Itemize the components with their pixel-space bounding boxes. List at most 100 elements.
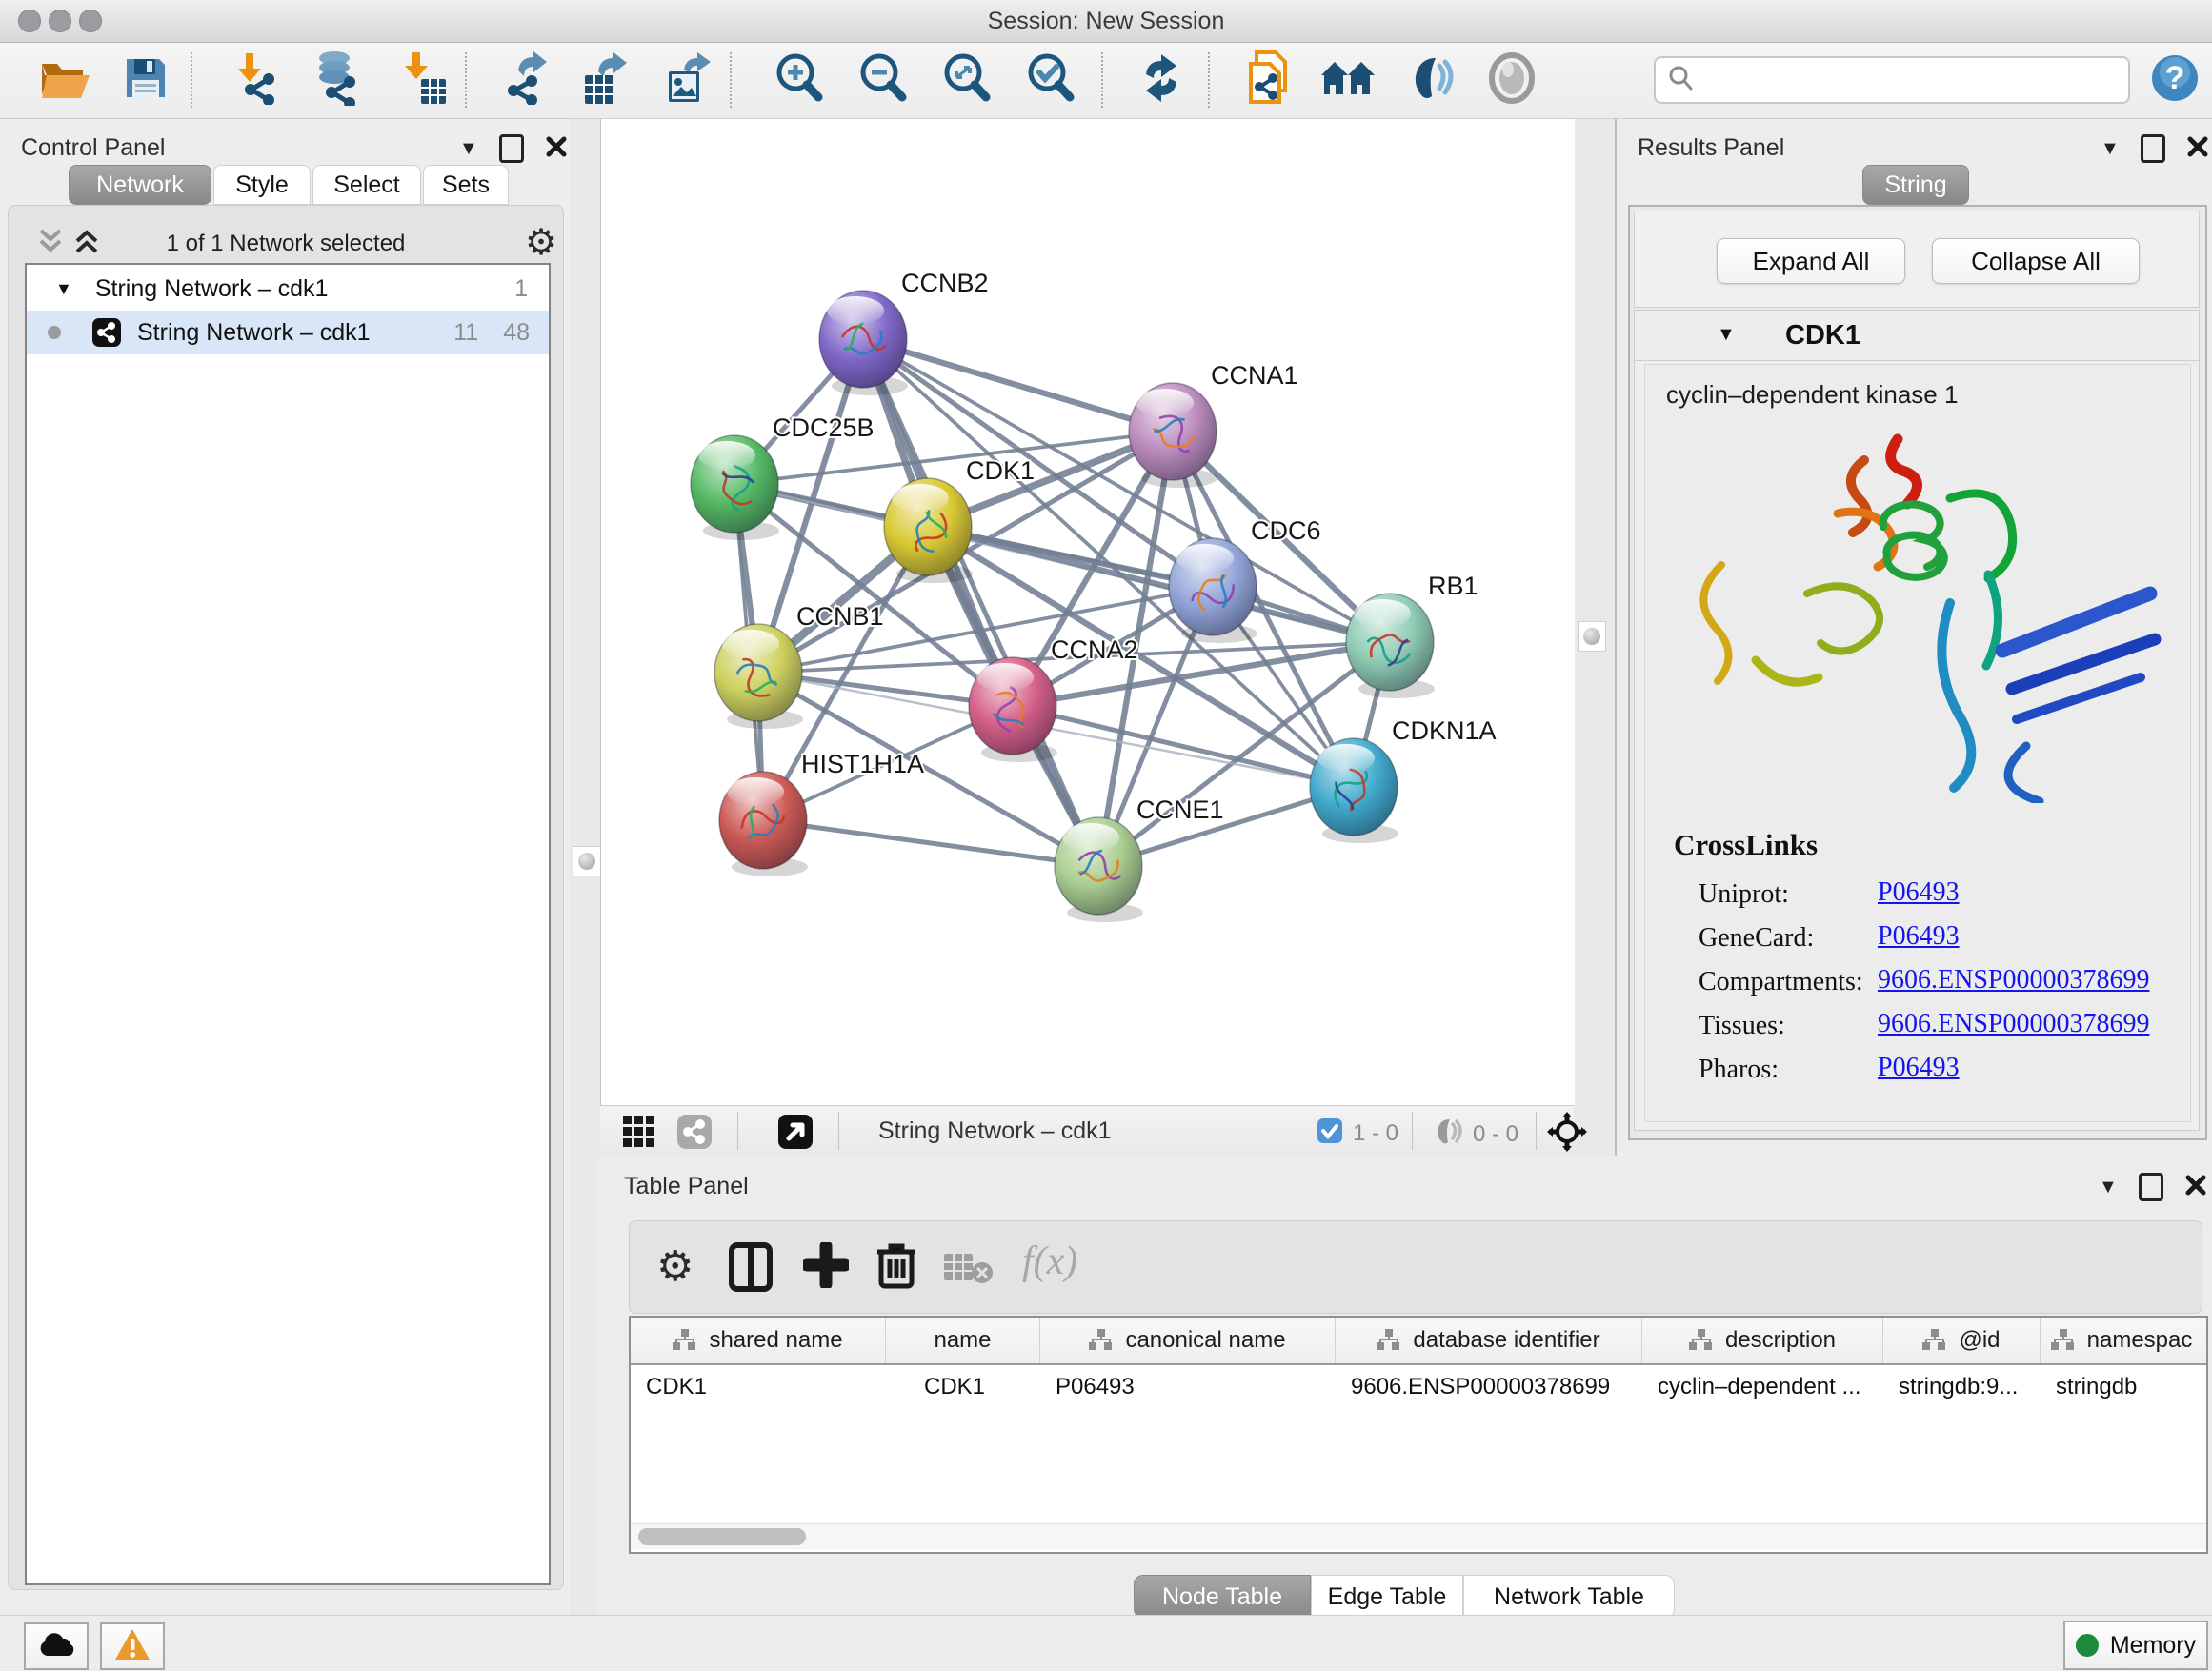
eye-slash-icon [1403, 54, 1457, 107]
tab-sets[interactable]: Sets [423, 165, 509, 205]
tab-node-table[interactable]: Node Table [1134, 1575, 1311, 1619]
column-header-id[interactable]: @id [1883, 1318, 2041, 1363]
network-options-gear-icon[interactable]: ⚙ [525, 221, 557, 264]
float-menu-icon[interactable]: ▼ [2101, 138, 2120, 160]
presentation-orb-button[interactable] [1482, 50, 1541, 110]
network-view-title: String Network – cdk1 [878, 1117, 1112, 1145]
crosslink-label: Pharos: [1699, 1055, 1779, 1085]
toolbar-divider [1536, 1112, 1537, 1150]
grid-view-icon[interactable] [623, 1116, 655, 1153]
column-header-name[interactable]: name [886, 1318, 1040, 1363]
table-panel-title: Table Panel [624, 1173, 749, 1200]
import-network-database-button[interactable] [307, 50, 366, 110]
crosslink-compartments-link[interactable]: 9606.ENSP00000378699 [1878, 965, 2149, 996]
crosslink-genecard-link[interactable]: P06493 [1878, 921, 1960, 952]
fit-content-crosshair-icon[interactable] [1547, 1112, 1587, 1157]
network-panel-card: 1 of 1 Network selected ⚙ ▼ String Netwo… [8, 205, 564, 1590]
zoom-selected-button[interactable] [1021, 50, 1080, 110]
selected-checkbox-icon [1317, 1117, 1343, 1149]
main-toolbar: ? [0, 43, 2212, 119]
export-image-button[interactable] [659, 50, 718, 110]
import-network-icon [231, 51, 282, 110]
results-panel-controls: ▼ [2101, 134, 2209, 163]
table-hscrollbar[interactable] [631, 1523, 2206, 1549]
table-panel-controls: ▼ [2099, 1173, 2207, 1201]
search-input[interactable] [1703, 66, 2128, 94]
zoom-in-button[interactable] [770, 50, 829, 110]
network-edge[interactable] [1013, 706, 1354, 787]
gray-orb-icon [1488, 52, 1536, 109]
window-title: Session: New Session [0, 8, 2212, 35]
tab-select[interactable]: Select [312, 165, 421, 205]
save-session-button[interactable] [116, 50, 175, 110]
left-splitter-handle[interactable] [573, 846, 601, 876]
network-edge[interactable] [763, 820, 1098, 866]
import-network-file-button[interactable] [227, 50, 286, 110]
crosslink-label: Uniprot: [1699, 879, 1789, 910]
export-network-icon [501, 51, 553, 110]
memory-button[interactable]: Memory [2063, 1621, 2208, 1670]
add-row-plus-icon[interactable] [803, 1242, 849, 1293]
duplicate-network-button[interactable] [1238, 50, 1297, 110]
section-expander-icon[interactable]: ▼ [1717, 324, 1736, 346]
zoom-selected-icon [1024, 51, 1077, 110]
float-panel-icon[interactable] [2141, 134, 2165, 163]
open-session-button[interactable] [36, 50, 95, 110]
show-all-panels-button[interactable] [1318, 50, 1377, 110]
column-header-canonical-name[interactable]: canonical name [1040, 1318, 1336, 1363]
network-edge[interactable] [863, 339, 1098, 866]
close-panel-icon[interactable] [2186, 135, 2209, 163]
tab-edge-table[interactable]: Edge Table [1311, 1575, 1463, 1619]
crosslink-uniprot-link[interactable]: P06493 [1878, 877, 1960, 908]
help-button[interactable]: ? [2145, 50, 2204, 110]
string-view-icon[interactable] [676, 1114, 713, 1155]
warnings-button[interactable] [100, 1622, 165, 1670]
table-row[interactable]: CDK1 CDK1 P06493 9606.ENSP00000378699 cy… [631, 1365, 2206, 1409]
birdseye-view-icon[interactable] [777, 1114, 814, 1155]
cloud-icon [37, 1631, 75, 1662]
close-panel-icon[interactable] [545, 135, 568, 163]
hide-panels-button[interactable] [1400, 50, 1459, 110]
close-panel-icon[interactable] [2184, 1174, 2207, 1201]
network-edge[interactable] [863, 339, 1173, 432]
tab-network-table[interactable]: Network Table [1463, 1575, 1675, 1619]
column-header-namespace[interactable]: namespac [2041, 1318, 2202, 1363]
network-canvas[interactable]: CCNB2CCNA1CDC25BCDK1CDC6RB1CCNB1CCNA2CDK… [601, 119, 1575, 1105]
crosslink-tissues-link[interactable]: 9606.ENSP00000378699 [1878, 1009, 2149, 1039]
tab-string[interactable]: String [1862, 165, 1969, 205]
gene-description: cyclin–dependent kinase 1 [1666, 380, 1958, 410]
zoom-out-button[interactable] [854, 50, 913, 110]
float-panel-icon[interactable] [2139, 1173, 2163, 1201]
tree-expander-icon[interactable]: ▼ [55, 279, 72, 299]
zoom-fit-button[interactable] [937, 50, 996, 110]
column-header-shared-name[interactable]: shared name [631, 1318, 886, 1363]
float-panel-icon[interactable] [499, 134, 524, 163]
column-header-database-identifier[interactable]: database identifier [1336, 1318, 1642, 1363]
delete-column-trash-icon[interactable] [875, 1240, 917, 1295]
add-column-icon[interactable] [729, 1242, 773, 1297]
hscrollbar-thumb[interactable] [638, 1528, 806, 1545]
network-tree-child-row[interactable]: String Network – cdk1 11 48 [27, 311, 549, 354]
float-menu-icon[interactable]: ▼ [459, 138, 478, 160]
network-status-dot-icon [48, 326, 61, 339]
export-network-button[interactable] [497, 50, 556, 110]
table-settings-gear-icon[interactable]: ⚙ [656, 1242, 694, 1291]
toolbar-separator [1101, 52, 1103, 108]
network-tree-root-row[interactable]: ▼ String Network – cdk1 1 [27, 267, 549, 311]
float-menu-icon[interactable]: ▼ [2099, 1177, 2118, 1198]
refresh-view-button[interactable] [1132, 50, 1191, 110]
tab-style[interactable]: Style [213, 165, 311, 205]
network-view-toolbar: String Network – cdk1 1 - 0 0 - 0 [600, 1105, 1574, 1156]
gene-section-header[interactable]: ▼ CDK1 [1635, 311, 2199, 361]
database-icon [310, 50, 363, 111]
houses-icon [1319, 56, 1377, 105]
collapse-all-button[interactable]: Collapse All [1932, 238, 2140, 284]
column-header-description[interactable]: description [1642, 1318, 1883, 1363]
export-table-button[interactable] [575, 50, 634, 110]
import-table-button[interactable] [394, 50, 453, 110]
crosslink-pharos-link[interactable]: P06493 [1878, 1053, 1960, 1083]
right-splitter-handle[interactable] [1578, 621, 1606, 652]
tab-network[interactable]: Network [69, 165, 211, 205]
expand-all-button[interactable]: Expand All [1717, 238, 1905, 284]
cloud-status-button[interactable] [24, 1622, 89, 1670]
